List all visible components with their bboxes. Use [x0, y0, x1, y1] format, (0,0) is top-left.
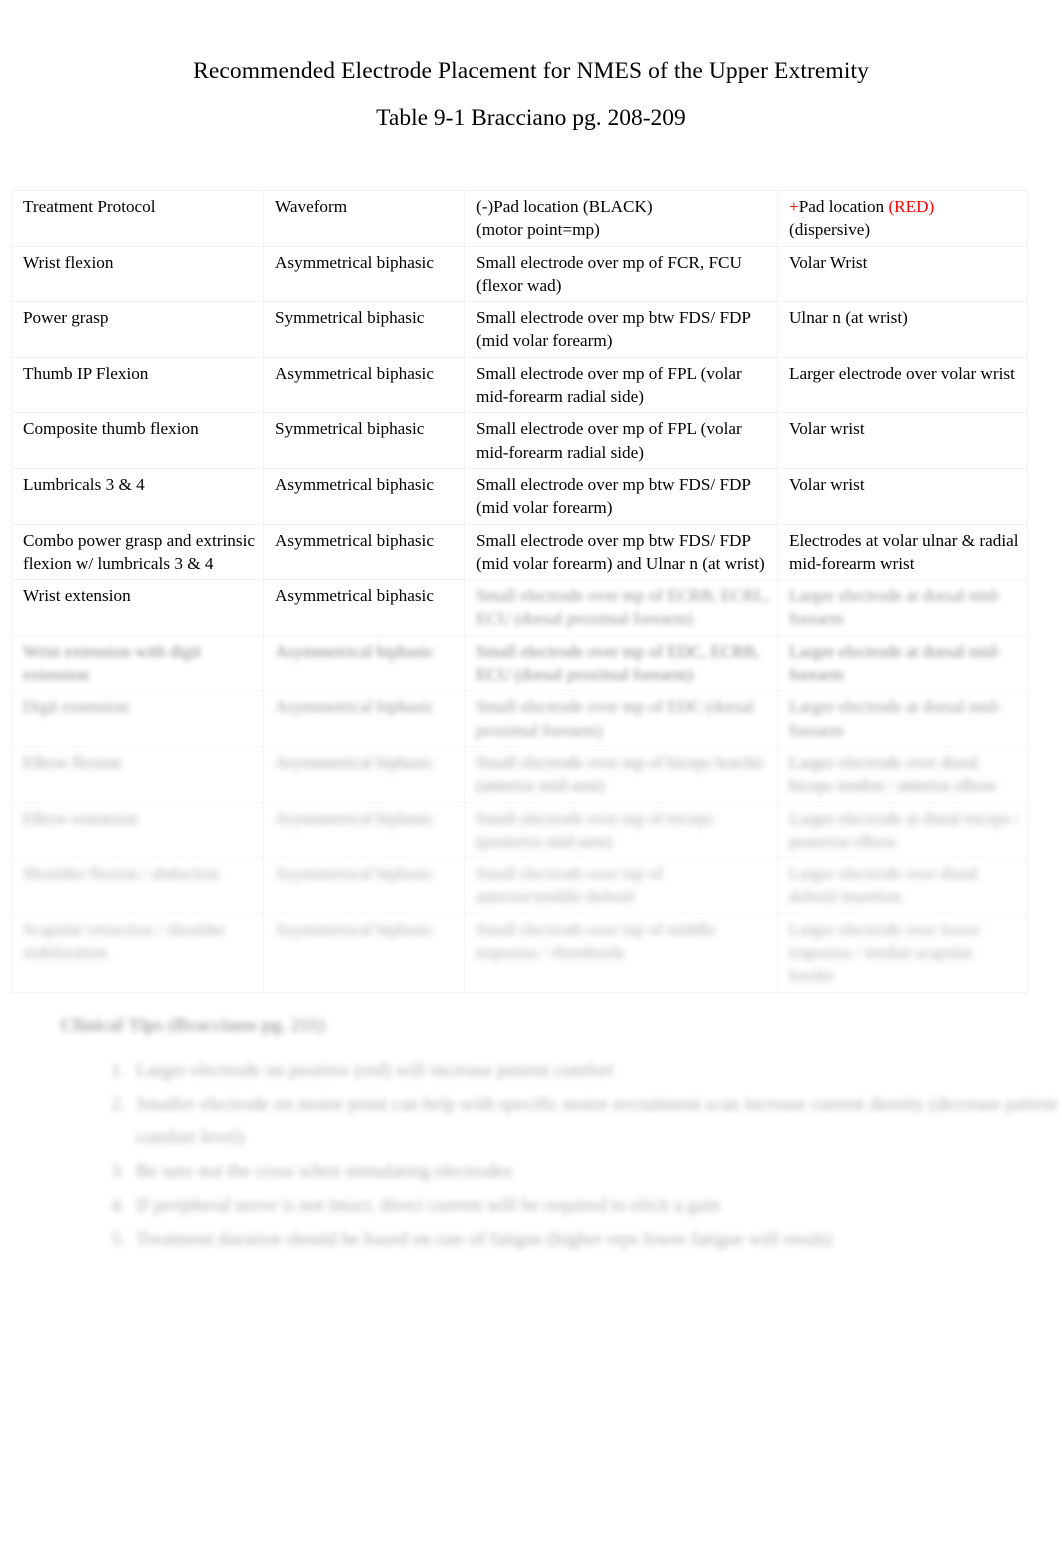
- header-label-waveform: Waveform: [275, 197, 348, 216]
- table-row: Scapular retraction / shoulder stabiliza…: [11, 912, 1028, 993]
- table-row: Wrist extension Asymmetrical biphasic Smal…: [11, 579, 1028, 636]
- table-row: Lumbricals 3 & 4 Asymmetrical biphasic Sma…: [11, 467, 1028, 525]
- cell-protocol: Elbow extension: [11, 801, 264, 859]
- cell-negative-pad: Small electrode over mp btw FDS/ FDP (mi…: [464, 523, 778, 581]
- header-cell-negative-pad: (-)Pad location (BLACK) (motor point=mp): [464, 190, 778, 247]
- cell-negative-pad: Small electrode over mp of FPL (volar mi…: [464, 356, 778, 414]
- list-item: Larger electrode on positive (red) will …: [130, 1054, 1062, 1087]
- table-row: Wrist extension with digit extension Asym…: [11, 634, 1028, 692]
- table-row: Thumb IP Flexion Asymmetrical biphasic Sma…: [11, 356, 1028, 414]
- cell-negative-pad: Small electrode over mp of FPL (volar mi…: [464, 412, 778, 469]
- page-title: Recommended Electrode Placement for NMES…: [193, 58, 869, 84]
- cell-waveform: Asymmetrical biphasic: [263, 523, 465, 581]
- cell-positive-pad: Volar wrist: [777, 412, 1028, 469]
- cell-negative-pad: Small electrode over mp of ECRB, ECRL, E…: [464, 579, 778, 636]
- cell-protocol: Wrist extension: [11, 579, 264, 636]
- table-body: Treatment Protocol Waveform (-)Pad locat…: [11, 190, 1028, 993]
- cell-waveform: Asymmetrical biphasic: [263, 857, 465, 914]
- cell-positive-pad: Larger electrode at dorsal mid-forearm: [777, 634, 1028, 692]
- cell-waveform: Asymmetrical biphasic: [263, 356, 465, 414]
- header-label-positive-pad-line1: Pad location: [798, 197, 889, 216]
- clinical-notes-list: Larger electrode on positive (red) will …: [0, 1054, 1062, 1256]
- table-row: Digit extension Asymmetrical biphasic Smal…: [11, 690, 1028, 747]
- cell-protocol: Wrist flexion: [11, 245, 264, 303]
- electrode-placement-table-wrapper: Treatment Protocol Waveform (-)Pad locat…: [11, 190, 1028, 993]
- list-item: Smaller electrode on motor point can hel…: [130, 1088, 1062, 1154]
- cell-waveform: Symmetrical biphasic: [263, 301, 465, 358]
- list-item: Be sure not the cross when stimulating e…: [130, 1155, 1062, 1188]
- cell-protocol: Composite thumb flexion: [11, 412, 264, 469]
- table-row: Composite thumb flexion Symmetrical bipha…: [11, 412, 1028, 469]
- table-row: Elbow flexion Asymmetrical biphasic Small …: [11, 745, 1028, 803]
- cell-waveform: Asymmetrical biphasic: [263, 690, 465, 747]
- cell-positive-pad: Larger electrode over volar wrist: [777, 356, 1028, 414]
- cell-positive-pad: Ulnar n (at wrist): [777, 301, 1028, 358]
- cell-protocol: Elbow flexion: [11, 745, 264, 803]
- cell-waveform: Asymmetrical biphasic: [263, 245, 465, 303]
- cell-waveform: Asymmetrical biphasic: [263, 579, 465, 636]
- cell-positive-pad: Larger electrode at dorsal mid-forearm: [777, 690, 1028, 747]
- list-item: Treatment duration should be based on ra…: [130, 1223, 1062, 1256]
- cell-protocol: Thumb IP Flexion: [11, 356, 264, 414]
- cell-protocol: Wrist extension with digit extension: [11, 634, 264, 692]
- clinical-notes-section: Clinical Tips (Bracciano pg. 211) Larger…: [0, 1012, 1062, 1257]
- document-page: Recommended Electrode Placement for NMES…: [0, 0, 1062, 1561]
- cell-positive-pad: Larger electrode over lower trapezius / …: [777, 912, 1028, 993]
- page-subtitle: Table 9-1 Bracciano pg. 208-209: [376, 105, 686, 131]
- cell-negative-pad: Small electrode over mp of anterior/midd…: [464, 857, 778, 914]
- cell-positive-pad: Larger electrode at dorsal mid-forearm: [777, 579, 1028, 636]
- cell-negative-pad: Small electrode over mp of middle trapez…: [464, 912, 778, 993]
- cell-negative-pad: Small electrode over mp of FCR, FCU (fle…: [464, 245, 778, 303]
- table-row: Wrist flexion Asymmetrical biphasic Small …: [11, 245, 1028, 303]
- cell-protocol: Lumbricals 3 & 4: [11, 467, 264, 525]
- table-header-row: Treatment Protocol Waveform (-)Pad locat…: [11, 190, 1028, 247]
- header-cell-waveform: Waveform: [263, 190, 465, 247]
- cell-positive-pad: Volar Wrist: [777, 245, 1028, 303]
- table-row: Shoulder flexion / abduction Asymmetrical…: [11, 857, 1028, 914]
- clinical-notes-heading: Clinical Tips (Bracciano pg. 211): [60, 1015, 325, 1036]
- header-label-positive-pad-line2: (dispersive): [789, 220, 871, 240]
- header-label-negative-pad-line2: (motor point=mp): [476, 220, 600, 240]
- cell-waveform: Asymmetrical biphasic: [263, 912, 465, 993]
- cell-negative-pad: Small electrode over mp of biceps brachi…: [464, 745, 778, 803]
- cell-negative-pad: Small electrode over mp btw FDS/ FDP (mi…: [464, 467, 778, 525]
- cell-negative-pad: Small electrode over mp btw FDS/ FDP (mi…: [464, 301, 778, 358]
- cell-negative-pad: Small electrode over mp of EDC (dorsal p…: [464, 690, 778, 747]
- cell-waveform: Symmetrical biphasic: [263, 412, 465, 469]
- cell-positive-pad: Larger electrode at distal triceps / pos…: [777, 801, 1028, 859]
- plus-symbol-icon: +: [789, 197, 799, 216]
- cell-waveform: Asymmetrical biphasic: [263, 467, 465, 525]
- table-row: Elbow extension Asymmetrical biphasic Smal…: [11, 801, 1028, 859]
- list-item: If peripheral nerve is not intact, direc…: [130, 1189, 1062, 1222]
- cell-protocol: Digit extension: [11, 690, 264, 747]
- cell-waveform: Asymmetrical biphasic: [263, 745, 465, 803]
- cell-waveform: Asymmetrical biphasic: [263, 801, 465, 859]
- cell-protocol: Scapular retraction / shoulder stabiliza…: [11, 912, 264, 993]
- header-cell-positive-pad: +Pad location (RED) (dispersive): [777, 190, 1028, 247]
- cell-positive-pad: Volar wrist: [777, 467, 1028, 525]
- cell-negative-pad: Small electrode over mp of triceps (post…: [464, 801, 778, 859]
- table-row: Power grasp Symmetrical biphasic Small ele…: [11, 301, 1028, 358]
- cell-protocol: Shoulder flexion / abduction: [11, 857, 264, 914]
- header-label-positive-pad-red: (RED): [888, 197, 935, 216]
- electrode-placement-table: Treatment Protocol Waveform (-)Pad locat…: [11, 190, 1028, 993]
- header-cell-protocol: Treatment Protocol: [11, 190, 264, 247]
- header-label-negative-pad-line1: (-)Pad location (BLACK): [476, 197, 653, 216]
- cell-negative-pad: Small electrode over mp of EDC, ECRB, EC…: [464, 634, 778, 692]
- cell-positive-pad: Larger electrode over distal biceps tend…: [777, 745, 1028, 803]
- title-block: Recommended Electrode Placement for NMES…: [0, 0, 1062, 133]
- header-label-protocol: Treatment Protocol: [23, 197, 156, 216]
- cell-positive-pad: Electrodes at volar ulnar & radial mid-f…: [777, 523, 1028, 581]
- table-row: Combo power grasp and extrinsic flexion …: [11, 523, 1028, 581]
- cell-positive-pad: Larger electrode over distal deltoid ins…: [777, 857, 1028, 914]
- cell-waveform: Asymmetrical biphasic: [263, 634, 465, 692]
- cell-protocol: Combo power grasp and extrinsic flexion …: [11, 523, 264, 581]
- cell-protocol: Power grasp: [11, 301, 264, 358]
